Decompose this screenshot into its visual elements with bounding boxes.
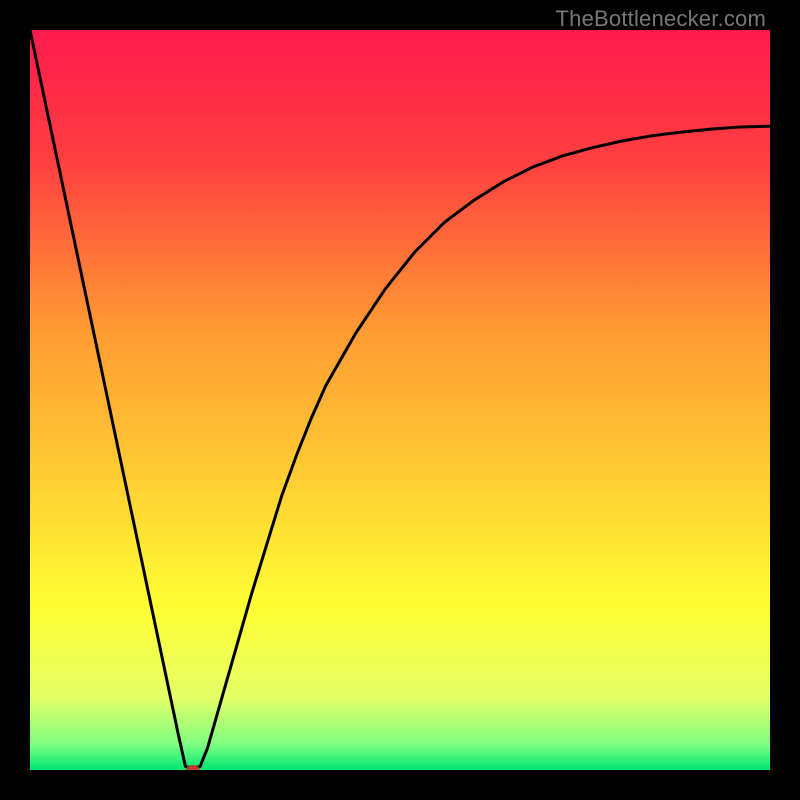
watermark-text: TheBottlenecker.com — [556, 6, 766, 32]
chart-frame — [30, 30, 770, 770]
chart-background — [30, 30, 770, 770]
bottleneck-chart — [30, 30, 770, 770]
